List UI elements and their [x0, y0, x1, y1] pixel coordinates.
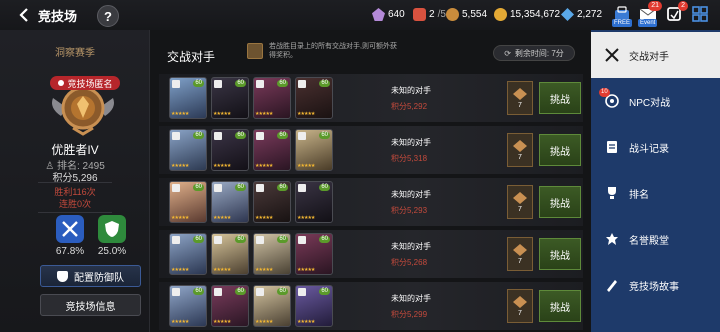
character-portrait[interactable]: 60 ★★★★★	[169, 129, 207, 171]
opponent-rank-icon: 7	[507, 81, 533, 115]
resource-gem: 2,272	[561, 8, 602, 21]
refresh-icon: ⟳	[504, 48, 511, 58]
shop-free-icon[interactable]: FREE	[612, 4, 633, 27]
character-portrait[interactable]: 60 ★★★★★	[295, 181, 333, 223]
bonus-icon	[247, 43, 263, 59]
opponent-rank-icon: 7	[507, 185, 533, 219]
record-icon	[605, 140, 619, 154]
opponent-name: 未知的对手	[391, 294, 431, 303]
defense-shield-icon	[98, 215, 126, 243]
defense-stat: 25.0%	[92, 215, 132, 257]
opponent-score: 积分5,318	[391, 154, 428, 163]
trophy-icon	[605, 186, 619, 200]
character-portrait[interactable]: 60 ★★★★★	[211, 77, 249, 119]
challenge-button[interactable]: 挑战	[539, 82, 581, 114]
character-portrait[interactable]: 60 ★★★★★	[295, 233, 333, 275]
challenge-button[interactable]: 挑战	[539, 134, 581, 166]
menu-item-opponents[interactable]: 交战对手	[591, 32, 720, 78]
resource-medal: 5,554	[446, 8, 487, 21]
opponent-rank-icon: 7	[507, 237, 533, 271]
crystal-icon	[372, 8, 385, 21]
menu-item-arena-story[interactable]: 竞技场故事	[591, 262, 720, 308]
opponent-name: 未知的对手	[391, 86, 431, 95]
swords-icon	[605, 48, 619, 62]
attack-swords-icon	[56, 215, 84, 243]
season-label: 洞察赛季	[55, 48, 95, 59]
opponent-list-panel: 交战对手 若战胜目录上的所有交战对手,则可额外获得奖积。 ⟳ 剩余时间: 7分 …	[151, 30, 591, 332]
challenge-button[interactable]: 挑战	[539, 238, 581, 270]
page-title: 竞技场	[38, 8, 78, 24]
opponent-rank-icon: 7	[507, 133, 533, 167]
attack-stat: 67.8%	[50, 215, 90, 257]
side-menu: 交战对手 10 NPC对战 战斗记录 排名 名誉殿堂 竞技场故事	[591, 30, 720, 332]
character-portrait[interactable]: 60 ★★★★★	[169, 77, 207, 119]
opponent-score: 积分5,292	[391, 102, 428, 111]
medal-icon	[58, 80, 65, 86]
resource-gold: 15,354,672	[494, 8, 560, 21]
hall-icon	[605, 232, 619, 246]
mission-icon[interactable]: 2	[664, 1, 688, 24]
menu-item-hall-of-fame[interactable]: 名誉殿堂	[591, 216, 720, 262]
opponent-row: 60 ★★★★★ 60 ★★★★★ 60 ★★★★★ 60 ★★★★★ 未知的对手 积分…	[159, 230, 583, 278]
rank-pill: 竞技场匿名	[50, 76, 120, 90]
win-stats: 胜利116次 连胜0次	[54, 187, 96, 209]
opponent-name: 未知的对手	[391, 242, 431, 251]
character-portrait[interactable]: 60 ★★★★★	[253, 285, 291, 327]
challenge-button[interactable]: 挑战	[539, 290, 581, 322]
menu-grid-icon[interactable]	[690, 4, 710, 24]
ticket-icon	[413, 8, 426, 21]
character-portrait[interactable]: 60 ★★★★★	[253, 77, 291, 119]
character-portrait[interactable]: 60 ★★★★★	[253, 181, 291, 223]
tier-name: 优胜者IV	[51, 143, 99, 157]
character-portrait[interactable]: 60 ★★★★★	[253, 233, 291, 275]
opponent-row: 60 ★★★★★ 60 ★★★★★ 60 ★★★★★ 60 ★★★★★ 未知的对手 积分…	[159, 126, 583, 174]
opponent-row: 60 ★★★★★ 60 ★★★★★ 60 ★★★★★ 60 ★★★★★ 未知的对手 积分…	[159, 74, 583, 122]
opponent-name: 未知的对手	[391, 138, 431, 147]
opponent-score: 积分5,268	[391, 258, 428, 267]
bonus-hint: 若战胜目录上的所有交战对手,则可额外获得奖积。	[247, 42, 399, 60]
player-panel: 洞察赛季 竞技场匿名 优胜者IV ♙ 排名: 2495 积分5,296 胜利11…	[0, 30, 150, 332]
back-arrow-icon[interactable]	[16, 7, 32, 23]
opponent-row: 60 ★★★★★ 60 ★★★★★ 60 ★★★★★ 60 ★★★★★ 未知的对手 积分…	[159, 282, 583, 330]
gold-icon	[494, 8, 507, 21]
refresh-timer[interactable]: ⟳ 剩余时间: 7分	[493, 45, 575, 61]
divider	[38, 182, 112, 183]
menu-item-records[interactable]: 战斗记录	[591, 124, 720, 170]
opponent-score: 积分5,293	[391, 206, 428, 215]
menu-item-npc[interactable]: 10 NPC对战	[591, 78, 720, 124]
resource-crystal: 640	[372, 8, 405, 21]
menu-item-ranking[interactable]: 排名	[591, 170, 720, 216]
gem-icon	[561, 8, 574, 21]
character-portrait[interactable]: 60 ★★★★★	[211, 129, 249, 171]
opponent-name: 未知的对手	[391, 190, 431, 199]
shield-icon	[57, 270, 68, 282]
character-portrait[interactable]: 60 ★★★★★	[211, 285, 249, 327]
character-portrait[interactable]: 60 ★★★★★	[253, 129, 291, 171]
opponent-score: 积分5,299	[391, 310, 428, 319]
mail-icon[interactable]: 21 Event	[638, 1, 662, 27]
help-button[interactable]: ?	[97, 5, 119, 27]
arena-info-button[interactable]: 竞技场信息	[40, 294, 141, 316]
character-portrait[interactable]: 60 ★★★★★	[169, 181, 207, 223]
top-icons: FREE 21 Event 2	[612, 1, 710, 27]
character-portrait[interactable]: 60 ★★★★★	[169, 233, 207, 275]
character-portrait[interactable]: 60 ★★★★★	[295, 129, 333, 171]
section-title: 交战对手	[167, 50, 216, 64]
opponent-rank-icon: 7	[507, 289, 533, 323]
opponent-row: 60 ★★★★★ 60 ★★★★★ 60 ★★★★★ 60 ★★★★★ 未知的对手 积分…	[159, 178, 583, 226]
configure-defense-button[interactable]: 配置防御队	[40, 265, 141, 287]
character-portrait[interactable]: 60 ★★★★★	[295, 77, 333, 119]
story-icon	[605, 278, 619, 292]
character-portrait[interactable]: 60 ★★★★★	[169, 285, 207, 327]
resource-ticket: 2/5	[413, 8, 446, 21]
medal-icon	[446, 8, 459, 21]
npc-icon: 10	[599, 88, 619, 108]
challenge-button[interactable]: 挑战	[539, 186, 581, 218]
character-portrait[interactable]: 60 ★★★★★	[211, 233, 249, 275]
character-portrait[interactable]: 60 ★★★★★	[295, 285, 333, 327]
divider	[38, 212, 112, 213]
character-portrait[interactable]: 60 ★★★★★	[211, 181, 249, 223]
